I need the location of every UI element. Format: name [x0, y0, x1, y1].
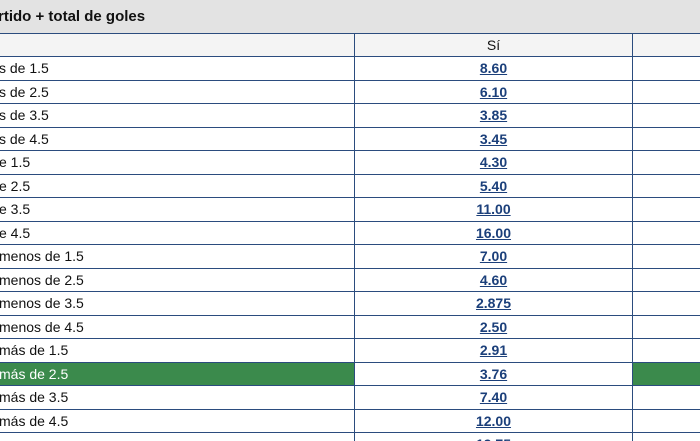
odds-link[interactable]: 5.40 — [480, 178, 507, 194]
yes-odds-cell: 3.85 — [354, 103, 633, 128]
odds-link[interactable]: 8.60 — [480, 60, 507, 76]
no-odds-cell[interactable] — [632, 173, 700, 198]
market-header: rtido + total de goles — [0, 0, 700, 33]
selection-label: s de 2.5 — [0, 79, 355, 104]
odds-link[interactable]: 7.00 — [480, 248, 507, 264]
selection-label: e 3.5 — [0, 197, 355, 222]
yes-odds-cell: 2.50 — [354, 314, 633, 339]
table-row: e 2.5 5.40 — [0, 173, 700, 198]
col-header-yes: Sí — [354, 33, 633, 57]
selection-label: menos de 2.5 — [0, 267, 355, 292]
yes-odds-cell: 16.00 — [354, 220, 633, 245]
no-odds-cell[interactable] — [632, 103, 700, 128]
selection-label: más de 2.5 — [0, 361, 355, 386]
yes-odds-cell: 11.00 — [354, 197, 633, 222]
no-odds-cell[interactable] — [632, 244, 700, 269]
selection-label: más de 3.5 — [0, 385, 355, 410]
no-odds-cell[interactable] — [632, 56, 700, 81]
odds-link[interactable]: 11.00 — [476, 201, 510, 217]
col-header-no — [632, 33, 700, 57]
odds-link[interactable]: 19.75 — [476, 436, 511, 441]
no-odds-cell[interactable] — [632, 79, 700, 104]
odds-link[interactable]: 2.875 — [476, 295, 511, 311]
table-row: menos de 3.5 2.875 — [0, 291, 700, 316]
table-row: s de 1.5 8.60 — [0, 56, 700, 81]
odds-link[interactable]: 16.00 — [476, 225, 511, 241]
table-row: s de 2.5 6.10 — [0, 79, 700, 104]
odds-link[interactable]: 3.45 — [480, 131, 507, 147]
selection-label — [0, 432, 355, 441]
no-odds-cell[interactable] — [632, 220, 700, 245]
table-row: e 1.5 4.30 — [0, 150, 700, 175]
yes-odds-cell: 3.45 — [354, 126, 633, 151]
table-row: menos de 1.5 7.00 — [0, 244, 700, 269]
page: rtido + total de goles Sí s de 1.5 8.60 s … — [0, 0, 700, 441]
yes-odds-cell: 12.00 — [354, 408, 633, 433]
yes-odds-cell: 2.875 — [354, 291, 633, 316]
table-header-row: Sí — [0, 33, 700, 57]
odds-link[interactable]: 4.60 — [480, 272, 507, 288]
table-row: menos de 2.5 4.60 — [0, 267, 700, 292]
odds-link[interactable]: 4.30 — [480, 154, 507, 170]
table-row: más de 3.5 7.40 — [0, 385, 700, 410]
no-odds-cell[interactable] — [632, 385, 700, 410]
table-row: más de 2.5 3.76 — [0, 361, 700, 386]
yes-odds-cell: 7.00 — [354, 244, 633, 269]
selection-label: e 1.5 — [0, 150, 355, 175]
no-odds-cell[interactable] — [632, 314, 700, 339]
selection-label: e 4.5 — [0, 220, 355, 245]
yes-odds-cell: 7.40 — [354, 385, 633, 410]
yes-odds-cell: 19.75 — [354, 432, 633, 441]
selection-label: menos de 3.5 — [0, 291, 355, 316]
table-row: 19.75 — [0, 432, 700, 441]
market-title: rtido + total de goles — [0, 8, 146, 25]
selection-label: s de 4.5 — [0, 126, 355, 151]
odds-link[interactable]: 2.50 — [480, 319, 507, 335]
no-odds-cell[interactable] — [632, 432, 700, 441]
no-odds-cell[interactable] — [632, 150, 700, 175]
odds-link[interactable]: 3.76 — [480, 366, 507, 382]
selection-label: menos de 1.5 — [0, 244, 355, 269]
no-odds-cell[interactable] — [632, 197, 700, 222]
no-odds-cell[interactable] — [632, 126, 700, 151]
table-row: s de 4.5 3.45 — [0, 126, 700, 151]
selection-label: más de 1.5 — [0, 338, 355, 363]
table-row: e 4.5 16.00 — [0, 220, 700, 245]
yes-odds-cell: 4.30 — [354, 150, 633, 175]
table-row: s de 3.5 3.85 — [0, 103, 700, 128]
odds-link[interactable]: 2.91 — [480, 342, 507, 358]
no-odds-cell[interactable] — [632, 291, 700, 316]
no-odds-cell[interactable] — [632, 408, 700, 433]
yes-odds-cell: 8.60 — [354, 56, 633, 81]
no-odds-cell[interactable] — [632, 338, 700, 363]
table-row: más de 1.5 2.91 — [0, 338, 700, 363]
table-row: más de 4.5 12.00 — [0, 408, 700, 433]
odds-link[interactable]: 7.40 — [480, 389, 507, 405]
odds-link[interactable]: 3.85 — [480, 107, 507, 123]
table-row: e 3.5 11.00 — [0, 197, 700, 222]
table-row: menos de 4.5 2.50 — [0, 314, 700, 339]
selection-label: más de 4.5 — [0, 408, 355, 433]
odds-table: Sí s de 1.5 8.60 s de 2.5 6.10 s de 3.5 3.85 s… — [0, 33, 700, 441]
odds-table-body: s de 1.5 8.60 s de 2.5 6.10 s de 3.5 3.85 s de… — [0, 56, 700, 441]
no-odds-cell[interactable] — [632, 361, 700, 386]
yes-odds-cell: 6.10 — [354, 79, 633, 104]
selection-label: s de 1.5 — [0, 56, 355, 81]
odds-link[interactable]: 6.10 — [480, 84, 507, 100]
yes-odds-cell: 5.40 — [354, 173, 633, 198]
selection-label: e 2.5 — [0, 173, 355, 198]
selection-label: s de 3.5 — [0, 103, 355, 128]
yes-odds-cell: 2.91 — [354, 338, 633, 363]
selection-label: menos de 4.5 — [0, 314, 355, 339]
yes-odds-cell: 3.76 — [354, 361, 633, 386]
no-odds-cell[interactable] — [632, 267, 700, 292]
yes-odds-cell: 4.60 — [354, 267, 633, 292]
col-header-selection — [0, 33, 355, 57]
odds-link[interactable]: 12.00 — [476, 413, 511, 429]
